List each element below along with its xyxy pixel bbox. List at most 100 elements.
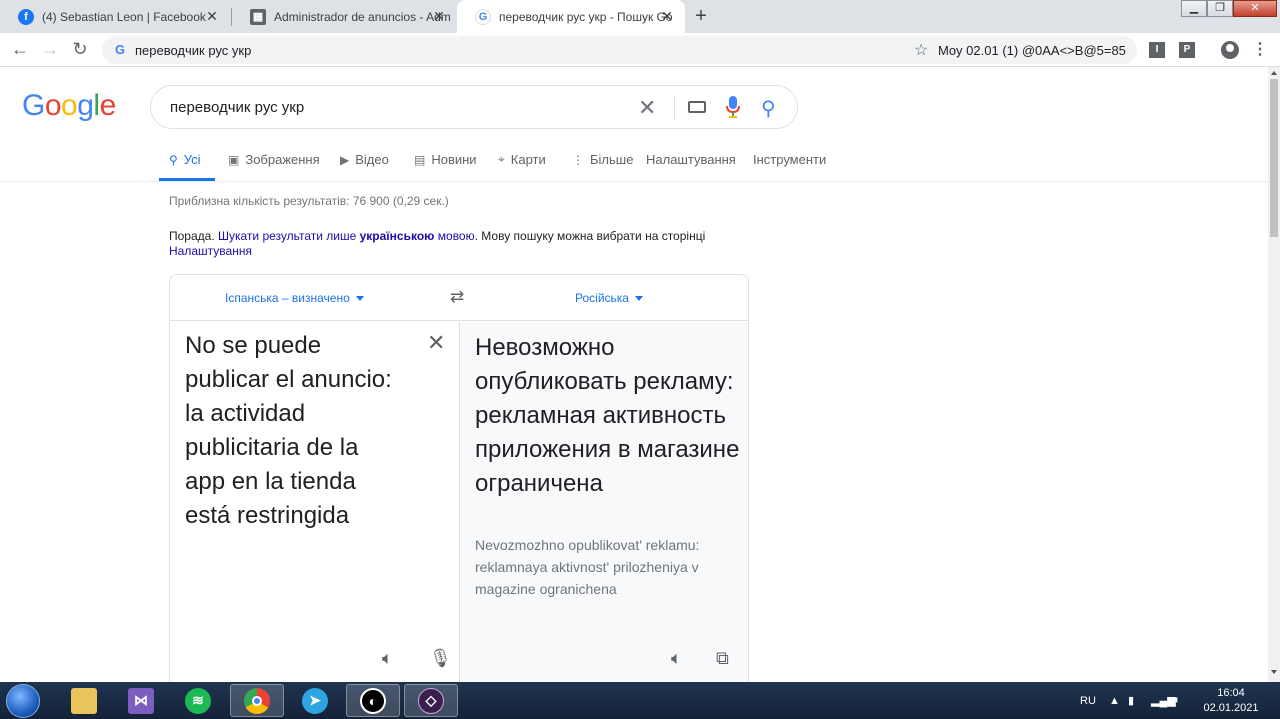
microphone-icon[interactable] [726, 96, 740, 118]
new-tab-button[interactable]: + [688, 4, 714, 30]
image-icon: ▣ [228, 152, 240, 167]
tab-label: Зображення [245, 152, 320, 167]
clock-time: 16:04 [1217, 687, 1245, 699]
taskbar-explorer[interactable] [57, 684, 111, 717]
address-text: переводчик рус укр [135, 43, 252, 58]
close-tab-icon[interactable]: ✕ [204, 8, 220, 25]
tab-google-search[interactable]: G переводчик рус укр - Пошук Go ✕ [457, 0, 685, 33]
show-hidden-icons-icon[interactable]: ▲ [1109, 682, 1120, 719]
chevron-down-icon [355, 296, 364, 302]
result-stats: Приблизна кількість результатів: 76 900 … [169, 194, 449, 208]
scroll-down-icon[interactable] [1271, 670, 1277, 674]
taskbar-app[interactable]: ◇ [404, 684, 458, 717]
taskbar-app[interactable]: ◐ [346, 684, 400, 717]
reload-icon[interactable]: ↻ [68, 38, 92, 62]
more-icon: ⋮ [572, 152, 584, 167]
copy-icon[interactable]: ⧉ [716, 648, 729, 669]
target-pane: Невозможно опубликовать рекламу: рекламн… [460, 322, 748, 693]
tab-images[interactable]: ▣ Зображення [228, 152, 320, 167]
close-tab-icon[interactable]: ✕ [431, 8, 447, 25]
tab-videos[interactable]: ▶ Відео [340, 152, 389, 167]
system-clock[interactable]: 16:04 02.01.2021 [1200, 686, 1262, 716]
tip-settings-link[interactable]: Налаштування [169, 244, 252, 258]
back-icon[interactable]: ← [8, 38, 32, 62]
swap-languages-icon[interactable]: ⇄ [450, 287, 464, 307]
tab-label: Карти [510, 152, 546, 167]
power-icon[interactable]: ▮ [1128, 682, 1134, 719]
search-icon: ⚲ [169, 152, 178, 167]
profile-icon[interactable] [1221, 41, 1239, 59]
search-input[interactable]: переводчик рус укр [170, 99, 304, 116]
clear-source-icon[interactable]: ✕ [427, 330, 445, 356]
start-button[interactable] [6, 684, 40, 718]
divider [674, 96, 675, 120]
tab-all[interactable]: ⚲ Усі [169, 152, 201, 167]
tip-link[interactable]: Шукати результати лише [218, 229, 356, 243]
taskbar-visual-studio[interactable]: ⋈ [114, 684, 168, 717]
chevron-down-icon [634, 296, 643, 302]
windows-taskbar: ⋈ ≋ ➤ ◐ ◇ RU ▲ ▮ ▂▄▆ 🔈︎ 16:04 02.01.2021 [0, 682, 1280, 719]
bookmark-text[interactable]: Moy 02.01 (1) @0AA<>B@5=85 [938, 43, 1126, 58]
tab-label: Новини [431, 152, 477, 167]
forward-icon[interactable]: → [38, 38, 62, 62]
microphone-icon[interactable]: 🎙︎ [429, 648, 452, 669]
news-icon: ▤ [414, 152, 426, 167]
address-bar[interactable]: G переводчик рус укр ☆ Moy 02.01 (1) @0A… [102, 36, 1137, 64]
target-language-select[interactable]: Російська [575, 291, 643, 305]
scroll-thumb[interactable] [1270, 79, 1278, 237]
app-icon: ◇ [418, 687, 444, 714]
tab-news[interactable]: ▤ Новини [414, 152, 477, 167]
chrome-icon [244, 687, 270, 714]
source-text[interactable]: No se puede publicar el anuncio: la acti… [185, 329, 405, 533]
scroll-up-icon[interactable] [1271, 71, 1277, 75]
transliteration-text: Nevozmozhno opublikovat' reklamu: reklam… [475, 537, 700, 597]
tab-tools[interactable]: Інструменти [753, 152, 826, 167]
tip-suffix: . Мову пошуку можна вибрати на сторінці [474, 229, 706, 243]
search-icon[interactable]: ⚲ [761, 96, 776, 121]
taskbar-chrome[interactable] [230, 684, 284, 717]
tab-label: Більше [590, 152, 634, 167]
tab-maps[interactable]: ⌖ Карти [498, 152, 546, 167]
google-logo[interactable]: Google [22, 89, 116, 123]
spotify-icon: ≋ [185, 687, 211, 714]
keyboard-icon[interactable] [688, 101, 706, 113]
close-tab-icon[interactable]: ✕ [659, 8, 675, 25]
tab-ads-manager[interactable]: ▦ Administrador de anuncios - Adm ✕ [232, 0, 457, 33]
translated-text: Невозможно опубликовать рекламу: рекламн… [475, 334, 740, 497]
network-icon[interactable]: ▂▄▆ [1151, 682, 1176, 719]
speaker-icon[interactable]: 🔈︎ [382, 648, 393, 669]
tab-settings[interactable]: Налаштування [646, 152, 736, 167]
tab-more[interactable]: ⋮ Більше [572, 152, 633, 167]
page-scrollbar[interactable] [1268, 67, 1280, 682]
tab-title: Administrador de anuncios - Adm [274, 9, 451, 24]
tab-facebook[interactable]: f (4) Sebastian Leon | Facebook ✕ [0, 0, 230, 33]
google-icon: G [114, 42, 126, 57]
speaker-icon[interactable]: 🔈︎ [671, 648, 682, 669]
taskbar-spotify[interactable]: ≋ [171, 684, 225, 717]
tip-language-link[interactable]: українською [360, 229, 435, 243]
extension-icon[interactable]: P [1179, 42, 1195, 58]
minimize-button[interactable]: ▁ [1181, 0, 1207, 17]
clear-icon[interactable]: ✕ [638, 95, 656, 121]
app-icon: ◐ [360, 687, 386, 714]
tip-link[interactable]: мовою [438, 229, 475, 243]
search-box[interactable]: переводчик рус укр ✕ ⚲ [150, 85, 798, 129]
search-nav-tabs: ⚲ Усі ▣ Зображення ▶ Відео ▤ Новини ⌖ Ка… [0, 145, 1268, 182]
source-language-select[interactable]: Іспанська – визначено [225, 291, 364, 305]
star-icon[interactable]: ☆ [914, 40, 928, 60]
browser-tab-strip: f (4) Sebastian Leon | Facebook ✕ ▦ Admi… [0, 0, 1280, 33]
language-indicator[interactable]: RU [1080, 682, 1096, 719]
target-language-label: Російська [575, 291, 629, 305]
extension-icon[interactable]: I [1149, 42, 1165, 58]
taskbar-telegram[interactable]: ➤ [288, 684, 342, 717]
restore-button[interactable]: ❐ [1207, 0, 1233, 17]
menu-icon[interactable]: ⋮ [1252, 39, 1268, 59]
close-window-button[interactable]: ✕ [1233, 0, 1277, 17]
tab-label: Усі [183, 152, 201, 167]
browser-toolbar: ← → ↻ G переводчик рус укр ☆ Moy 02.01 (… [0, 33, 1280, 67]
video-icon: ▶ [340, 152, 350, 167]
translator-card: Іспанська – визначено ⇄ Російська No se … [169, 274, 749, 694]
google-icon: G [475, 8, 491, 25]
volume-icon[interactable]: 🔈︎ [1174, 682, 1181, 719]
telegram-icon: ➤ [302, 687, 328, 714]
